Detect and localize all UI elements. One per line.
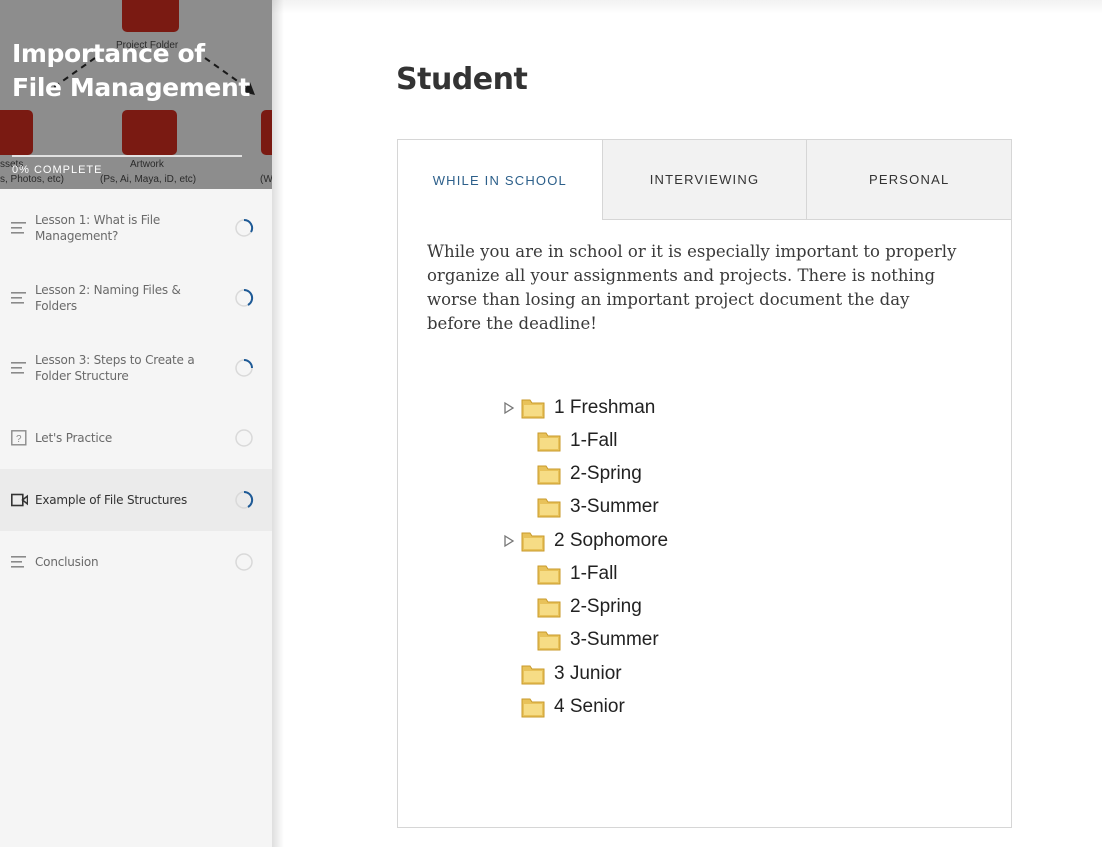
lines-icon — [11, 556, 26, 568]
sidebar-item-conclusion[interactable]: Conclusion — [0, 531, 272, 593]
tree-row: 2 Sophomore — [502, 527, 668, 555]
lesson-label: Lesson 1: What is File Management? — [35, 213, 161, 243]
in-progress-icon — [235, 288, 254, 307]
tab-personal[interactable]: PERSONAL — [806, 140, 1012, 220]
tree-row: 2-Spring — [536, 593, 642, 621]
folder-icon — [537, 498, 561, 518]
quiz-icon: ? — [11, 430, 27, 446]
sidebar-item-lesson-1[interactable]: Lesson 1: What is File Management? — [0, 189, 272, 267]
course-title-line2: File Management — [12, 73, 250, 102]
folder-icon — [537, 631, 561, 651]
progress-bar — [12, 155, 242, 157]
tree-label: 3-Summer — [570, 629, 659, 650]
tab-interviewing[interactable]: INTERVIEWING — [601, 140, 807, 220]
tree-label: 3 Junior — [554, 663, 622, 684]
tab-content-text: While you are in school or it is especia… — [427, 242, 957, 333]
folder-icon — [537, 432, 561, 452]
lesson-list: Lesson 1: What is File Management? Lesso… — [0, 189, 272, 593]
course-title: Importance of File Management — [12, 37, 262, 105]
page-title: Student — [396, 62, 528, 97]
hero-caption-artwork: Artwork — [130, 159, 164, 170]
lesson-label: Example of File Structures — [35, 493, 188, 507]
tree-row: 3-Summer — [536, 626, 659, 654]
folder-icon — [537, 465, 561, 485]
in-progress-icon — [235, 359, 253, 377]
in-progress-icon — [235, 490, 254, 509]
course-title-line1: Importance of — [12, 39, 205, 68]
tree-row: 1-Fall — [536, 560, 618, 588]
tree-label: 2 Sophomore — [554, 530, 669, 551]
course-sidebar: Project Folder Artwork (Ps, Ai, Maya, iD… — [0, 0, 272, 847]
course-hero: Project Folder Artwork (Ps, Ai, Maya, iD… — [0, 0, 272, 189]
tree-label: 2-Spring — [570, 463, 642, 484]
sidebar-item-example-file-structures[interactable]: Example of File Structures — [0, 469, 272, 531]
header-shadow — [272, 0, 1102, 14]
folder-tree-image: 1 Freshman 1-Fall 2-Spring 3-Summer 2 So… — [498, 392, 738, 732]
tab-while-in-school[interactable]: WHILE IN SCHOOL — [398, 140, 602, 220]
lesson-label: Conclusion — [35, 555, 99, 569]
tree-label: 1-Fall — [570, 563, 618, 584]
folder-icon — [537, 565, 561, 585]
sidebar-item-lesson-2[interactable]: Lesson 2: Naming Files & Folders — [0, 267, 272, 329]
lines-icon — [11, 292, 26, 304]
tree-label: 4 Senior — [554, 696, 625, 717]
lesson-label: Lesson 2: Naming Files & Folders — [35, 283, 181, 313]
hero-caption-artwork-sub: (Ps, Ai, Maya, iD, etc) — [100, 174, 197, 185]
lines-icon — [11, 222, 26, 234]
tabs-block: WHILE IN SCHOOL INTERVIEWING PERSONAL Wh… — [397, 139, 1012, 828]
in-progress-icon — [235, 218, 254, 237]
tree-label: 1 Freshman — [554, 397, 656, 418]
lesson-label: Let's Practice — [35, 431, 113, 445]
folder-icon — [521, 399, 545, 419]
tree-row: 3-Summer — [536, 493, 659, 521]
video-icon — [11, 493, 28, 507]
tree-row: 2-Spring — [536, 460, 642, 488]
svg-text:?: ? — [16, 434, 22, 445]
tree-label: 1-Fall — [570, 430, 618, 451]
folder-icon — [537, 598, 561, 618]
tree-label: 3-Summer — [570, 496, 659, 517]
tree-row: 3 Junior — [520, 660, 622, 688]
expand-arrow-icon — [504, 401, 515, 415]
folder-icon — [521, 698, 545, 718]
expand-arrow-icon — [504, 534, 515, 548]
tree-label: 2-Spring — [570, 596, 642, 617]
tree-row: 4 Senior — [520, 693, 625, 721]
hero-caption-right-sub: (W — [260, 174, 272, 185]
not-started-icon — [235, 429, 253, 447]
lines-icon — [11, 362, 26, 374]
progress-label: 0% COMPLETE — [12, 164, 103, 176]
folder-icon — [521, 665, 545, 685]
sidebar-item-lets-practice[interactable]: ? Let's Practice — [0, 407, 272, 469]
sidebar-shadow — [272, 0, 284, 847]
tree-row: 1 Freshman — [502, 394, 655, 422]
lesson-label: Lesson 3: Steps to Create a Folder Struc… — [35, 353, 195, 383]
tab-list: WHILE IN SCHOOL INTERVIEWING PERSONAL — [398, 140, 1012, 220]
folder-icon — [521, 532, 545, 552]
tree-row: 1-Fall — [536, 427, 618, 455]
not-started-icon — [235, 553, 253, 571]
sidebar-item-lesson-3[interactable]: Lesson 3: Steps to Create a Folder Struc… — [0, 329, 272, 407]
